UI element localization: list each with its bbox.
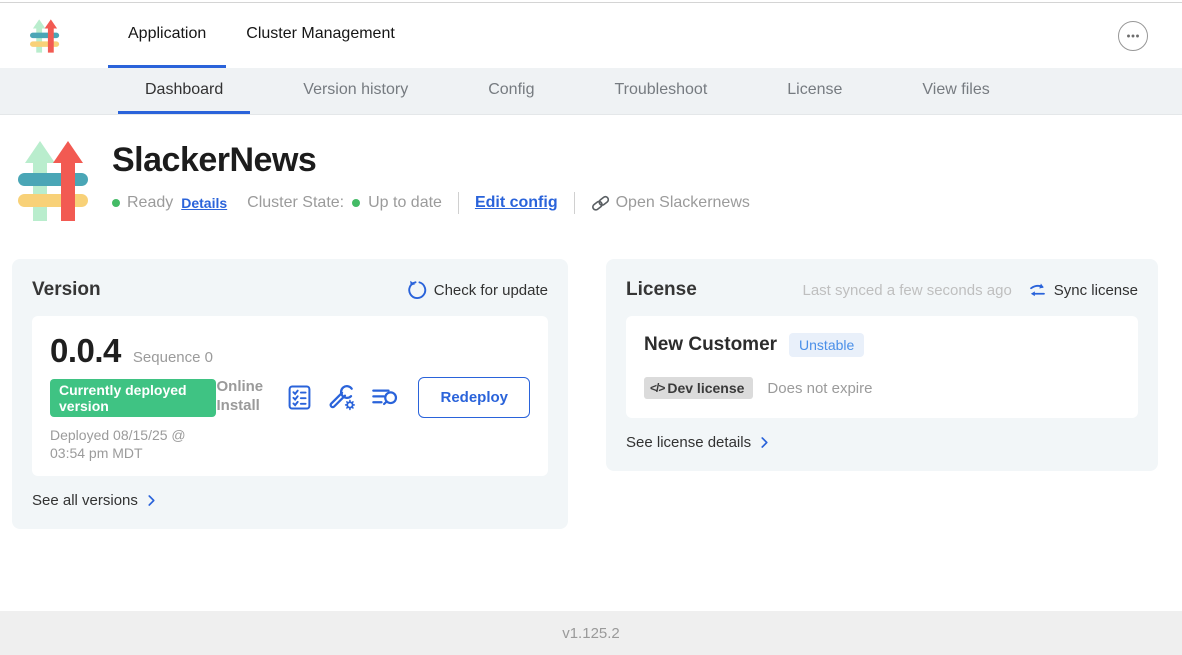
top-tabs: Application Cluster Management [108,3,415,68]
sync-arrows-icon [1028,281,1047,300]
sync-license-label: Sync license [1054,282,1138,299]
subnav-tab-license[interactable]: License [760,68,869,114]
preflight-checks-button[interactable] [285,383,313,411]
subnav-tab-view-files[interactable]: View files [895,68,1016,114]
dashboard-cards: Version Check for update 0.0.4 Sequence [0,259,1182,529]
license-card-title: License [626,279,697,301]
wrench-gear-icon [329,384,356,411]
top-nav: Application Cluster Management [0,3,1182,68]
license-card: License Last synced a few seconds ago Sy… [606,259,1158,471]
tab-application[interactable]: Application [108,3,226,68]
log-search-icon [371,383,399,411]
see-all-versions-link[interactable]: See all versions [32,492,159,509]
license-expiry: Does not expire [767,380,872,397]
app-status-dot [112,199,120,207]
check-for-update-label: Check for update [434,282,548,299]
see-license-details-link[interactable]: See license details [626,434,772,451]
admin-console: Application Cluster Management Dashboard… [0,0,1182,655]
see-all-versions-label: See all versions [32,492,138,509]
subnav-tab-label: Version history [303,81,408,99]
code-icon: </> [650,381,664,395]
see-license-details-label: See license details [626,434,751,451]
app-header: SlackerNews Ready Details Cluster State:… [0,115,1182,225]
chevron-right-icon [757,435,772,450]
cluster-state-value: Up to date [368,194,442,212]
deployed-badge: Currently deployed version [50,379,216,417]
refresh-icon [407,280,427,300]
preflight-checklist-icon [286,384,313,411]
tab-cluster-management-label: Cluster Management [246,25,395,43]
open-app-link[interactable]: Open Slackernews [591,194,750,213]
subnav-tab-label: License [787,81,842,99]
sequence-label: Sequence 0 [133,349,213,366]
tab-application-label: Application [128,25,206,43]
chevron-right-icon [144,493,159,508]
subnav-tab-troubleshoot[interactable]: Troubleshoot [587,68,734,114]
ellipsis-icon [1124,27,1142,45]
tab-cluster-management[interactable]: Cluster Management [226,3,415,68]
version-card: Version Check for update 0.0.4 Sequence [12,259,568,529]
open-app-link-label: Open Slackernews [616,194,750,212]
divider [458,192,459,214]
redeploy-button[interactable]: Redeploy [418,377,530,418]
subnav-tab-label: Config [488,81,534,99]
cluster-state-label: Cluster State: [247,194,344,212]
subnav-tab-dashboard[interactable]: Dashboard [118,68,250,114]
sync-license-link[interactable]: Sync license [1028,281,1138,300]
last-synced-text: Last synced a few seconds ago [802,282,1011,299]
page-title: SlackerNews [112,141,750,180]
status-details-link[interactable]: Details [181,195,227,211]
app-subnav: Dashboard Version history Config Trouble… [0,68,1182,115]
subnav-tab-config[interactable]: Config [461,68,561,114]
chain-link-icon [591,194,610,213]
edit-config-link[interactable]: Edit config [475,194,558,212]
license-type-badge: </> Dev license [644,377,753,399]
check-for-update-link[interactable]: Check for update [407,280,548,300]
license-type-label: Dev license [667,380,744,396]
version-card-title: Version [32,279,101,301]
customer-name: New Customer [644,334,777,356]
more-menu-button[interactable] [1118,21,1148,51]
subnav-tab-label: Troubleshoot [614,81,707,99]
edit-config-button[interactable] [328,383,356,411]
console-version: v1.125.2 [562,625,620,642]
view-logs-button[interactable] [371,383,399,411]
cluster-state-dot [352,199,360,207]
license-panel: New Customer Unstable </> Dev license Do… [626,316,1138,418]
version-number: 0.0.4 [50,332,121,370]
dashboard-main: SlackerNews Ready Details Cluster State:… [0,115,1182,529]
subnav-tab-version-history[interactable]: Version history [276,68,435,114]
current-version-panel: 0.0.4 Sequence 0 Currently deployed vers… [32,316,548,476]
subnav-tab-label: Dashboard [145,81,223,99]
footer: v1.125.2 [0,611,1182,655]
status-row: Ready Details Cluster State: Up to date … [112,192,750,214]
app-status-label: Ready [127,194,173,212]
subnav-tab-label: View files [922,81,989,99]
channel-badge: Unstable [789,333,864,357]
app-logo-small-icon [30,17,60,55]
divider [574,192,575,214]
deployed-timestamp: Deployed 08/15/25 @ 03:54 pm MDT [50,426,216,462]
app-logo-icon [18,137,90,225]
install-type-label: Online Install [216,378,270,416]
